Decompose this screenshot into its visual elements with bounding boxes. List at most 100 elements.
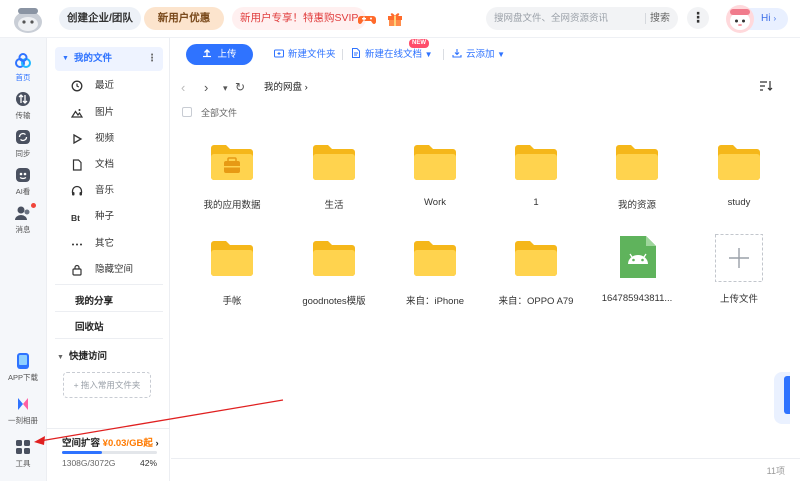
upload-button[interactable]: 上传 (186, 44, 253, 65)
sidebar-divider (55, 284, 163, 285)
rail-item-album[interactable]: 一刻相册 (0, 395, 46, 426)
category-label: 图片 (95, 107, 115, 118)
avatar[interactable] (725, 4, 755, 34)
transfer-icon (16, 92, 30, 106)
caret-down-icon: ▼ (57, 354, 64, 361)
sidebar-item-videos[interactable]: 视频 (71, 127, 163, 151)
folder-icon (515, 145, 557, 180)
file-name: 手帐 (222, 296, 242, 307)
chevron-right-icon: › (773, 14, 777, 23)
rail-item-label: 一刻相册 (8, 416, 38, 425)
new-folder-button[interactable]: 新建文件夹 (274, 44, 336, 65)
sidebar-item-recycle-bin[interactable]: 回收站 (75, 319, 104, 333)
file-item[interactable]: 164785943811... (589, 234, 685, 304)
cloud-add-button[interactable]: 云添加 ▼ (452, 44, 505, 65)
sidebar-item-torrents[interactable]: Bt 种子 (71, 205, 163, 229)
sidebar-item-my-files[interactable]: ▼ 我的文件 ⋮ (55, 47, 163, 71)
more-vertical-icon[interactable]: ⋮ (687, 7, 709, 29)
top-bar: 创建企业/团队 新用户优惠 新用户专享！特惠购SVIP 搜索 ⋮ Hi› (0, 0, 800, 38)
category-label: 隐藏空间 (95, 264, 134, 275)
category-label: 文档 (95, 159, 115, 170)
search-button[interactable]: 搜索 (650, 7, 670, 30)
file-item[interactable]: goodnotes模版 (286, 238, 382, 307)
sync-icon (16, 130, 30, 144)
rail-item-ai[interactable]: AI看 (0, 166, 46, 197)
folder-icon (414, 241, 456, 276)
sidebar-item-music[interactable]: 音乐 (71, 179, 163, 203)
file-item[interactable]: 1 (488, 142, 584, 208)
breadcrumb-root[interactable]: 我的网盘 (264, 82, 302, 93)
sidebar-item-other[interactable]: 其它 (71, 232, 163, 256)
space-upgrade-link[interactable]: 空间扩容 ¥0.03/GB起 › (62, 435, 159, 449)
sidebar-item-hidden-space[interactable]: 隐藏空间 (71, 258, 163, 282)
rail-item-tools[interactable]: 工具 (0, 438, 46, 469)
document-icon (72, 159, 82, 171)
category-label: 音乐 (95, 185, 115, 196)
rail-item-transfer[interactable]: 传输 (0, 90, 46, 121)
folder-icon (515, 241, 557, 276)
rail-item-label: APP下载 (7, 373, 38, 382)
floating-side-tab[interactable] (774, 372, 790, 424)
space-title: 空间扩容 (62, 438, 101, 449)
home-icon (15, 53, 31, 68)
file-item[interactable]: study (691, 142, 787, 208)
new-online-doc-label: 新建在线文档 (365, 49, 423, 60)
new-user-offer-button[interactable]: 新用户优惠 (144, 7, 224, 30)
file-name: study (727, 197, 751, 208)
file-item[interactable]: 来自：OPPO A79 (488, 238, 584, 307)
storage-usage-fill (62, 451, 102, 454)
refresh-button[interactable]: ↻ (235, 80, 245, 94)
category-label: 种子 (95, 211, 115, 222)
upload-file-icon (715, 234, 763, 282)
file-item[interactable]: 手帐 (184, 238, 280, 307)
phone-icon (17, 353, 29, 369)
sidebar-item-my-share[interactable]: 我的分享 (75, 293, 113, 307)
back-button[interactable]: ‹ (181, 80, 185, 95)
forward-button[interactable]: › (204, 80, 208, 95)
file-name: 我的应用数据 (203, 200, 261, 211)
logo-icon[interactable] (11, 4, 45, 34)
search-input[interactable] (494, 10, 644, 27)
sidebar-item-documents[interactable]: 文档 (71, 153, 163, 177)
more-vertical-icon[interactable]: ⋮ (147, 47, 157, 71)
rail-item-sync[interactable]: 同步 (0, 128, 46, 159)
ai-icon (16, 168, 30, 182)
file-item[interactable]: 生活 (286, 142, 382, 211)
svip-promo-button[interactable]: 新用户专享！特惠购SVIP (232, 7, 367, 30)
caret-down-icon: ▼ (62, 55, 69, 62)
sidebar-item-recent[interactable]: 最近 (71, 74, 163, 98)
storage-usage-bar (62, 451, 157, 454)
rail-item-messages[interactable]: 消息 (0, 203, 46, 235)
file-item[interactable]: 我的资源 (589, 142, 685, 211)
rail-item-home[interactable]: 首页 (0, 48, 46, 88)
upload-file-tile[interactable]: 上传文件 (691, 234, 787, 305)
storage-percent: 42% (139, 458, 157, 468)
search-bar: 搜索 (486, 7, 678, 30)
chevron-down-icon: ▼ (424, 50, 433, 59)
rail-item-label: 消息 (15, 225, 31, 234)
file-item[interactable]: Work (387, 142, 483, 208)
gamepad-icon[interactable] (357, 9, 377, 29)
file-name: 来自：OPPO A79 (498, 296, 574, 307)
file-name: Work (424, 197, 446, 208)
rail-item-label: 传输 (15, 111, 31, 120)
folder-icon (718, 145, 760, 180)
rail-item-label: 首页 (15, 73, 31, 82)
headphones-icon (71, 185, 83, 196)
select-all-checkbox[interactable] (182, 107, 192, 117)
file-item[interactable]: 我的应用数据 (184, 142, 280, 211)
quick-access-header[interactable]: ▼ 快捷访问 (57, 348, 107, 362)
history-dropdown[interactable]: ▾ (223, 83, 228, 94)
my-files-label: 我的文件 (74, 53, 113, 64)
sidebar-item-images[interactable]: 图片 (71, 101, 163, 125)
storage-used: 1308G/3072G (62, 458, 116, 468)
sort-icon[interactable] (759, 80, 773, 92)
album-icon (18, 398, 28, 410)
file-item[interactable]: 来自：iPhone (387, 238, 483, 307)
create-team-button[interactable]: 创建企业/团队 (59, 7, 141, 30)
gift-icon[interactable] (385, 9, 405, 29)
drag-folder-dropzone[interactable]: + 拖入常用文件夹 (63, 372, 151, 398)
rail-item-label: AI看 (15, 187, 31, 196)
rail-item-app-download[interactable]: APP下载 (0, 352, 46, 383)
apk-file-icon (620, 236, 656, 278)
